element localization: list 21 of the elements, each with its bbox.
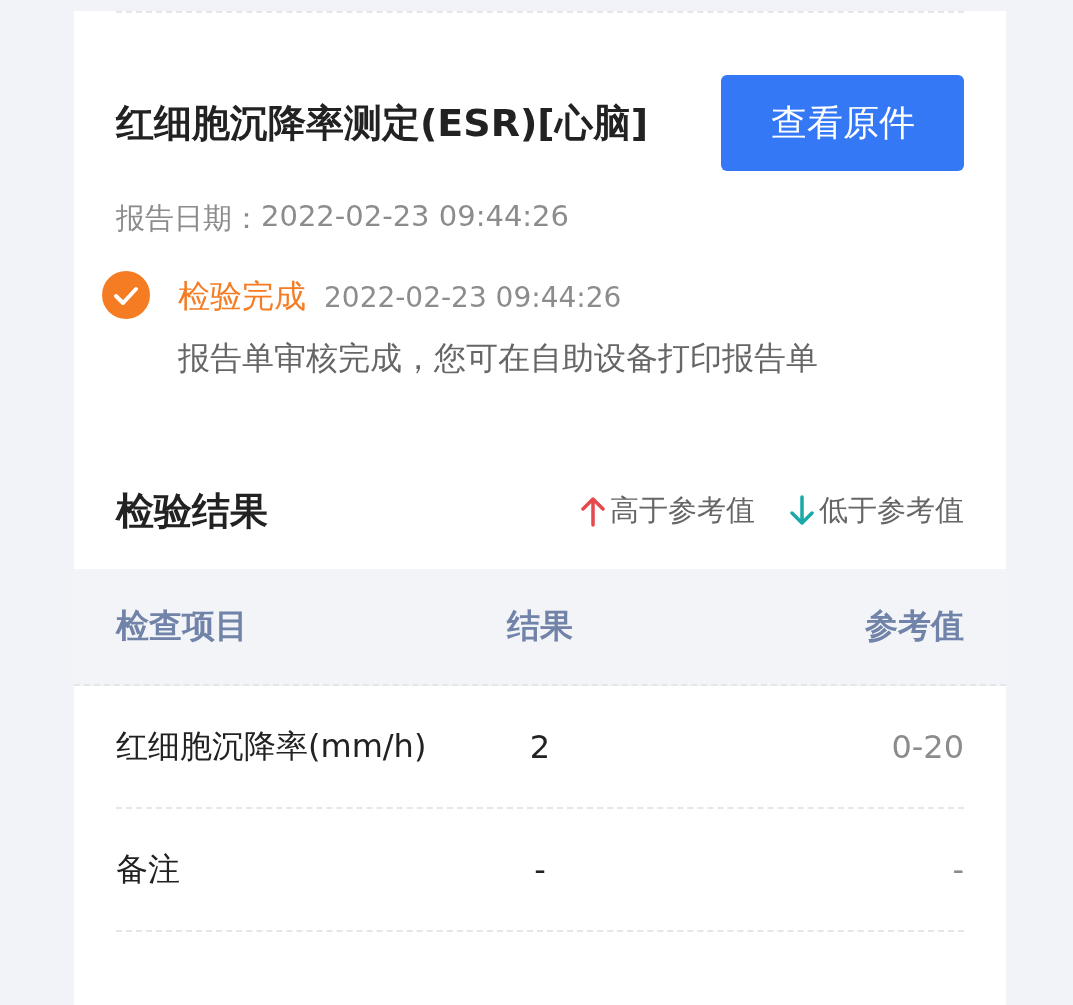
up-arrow-icon (580, 495, 606, 527)
column-header: 检查项目 (116, 605, 249, 647)
results-title: 检验结果 (116, 487, 268, 535)
view-original-button[interactable]: 查看原件 (721, 75, 964, 171)
status-message: 报告单审核完成，您可在自助设备打印报告单 (178, 338, 818, 379)
legend-label: 低于参考值 (819, 492, 964, 529)
table-cell-text: 备注 (116, 848, 181, 890)
table-cell-text: 2 (528, 727, 552, 766)
status-time: 2022-02-23 09:44:26 (324, 281, 622, 314)
report-date: 2022-02-23 09:44:26 (261, 199, 569, 235)
table-cell-text: - (533, 850, 547, 889)
table-cell-text: 0-20 (890, 727, 964, 766)
date-label: 报告日期： (116, 200, 261, 237)
report-title: 红细胞沉降率测定(ESR)[心脑] (116, 100, 650, 147)
status-label: 检验完成 (178, 276, 306, 317)
column-header: 参考值 (864, 605, 964, 647)
down-arrow-icon (789, 495, 815, 527)
table-cell-text: - (951, 850, 964, 889)
legend-label: 高于参考值 (610, 492, 755, 529)
column-header: 结果 (505, 605, 574, 647)
table-cell-text: 红细胞沉降率(mm/h) (116, 725, 428, 767)
